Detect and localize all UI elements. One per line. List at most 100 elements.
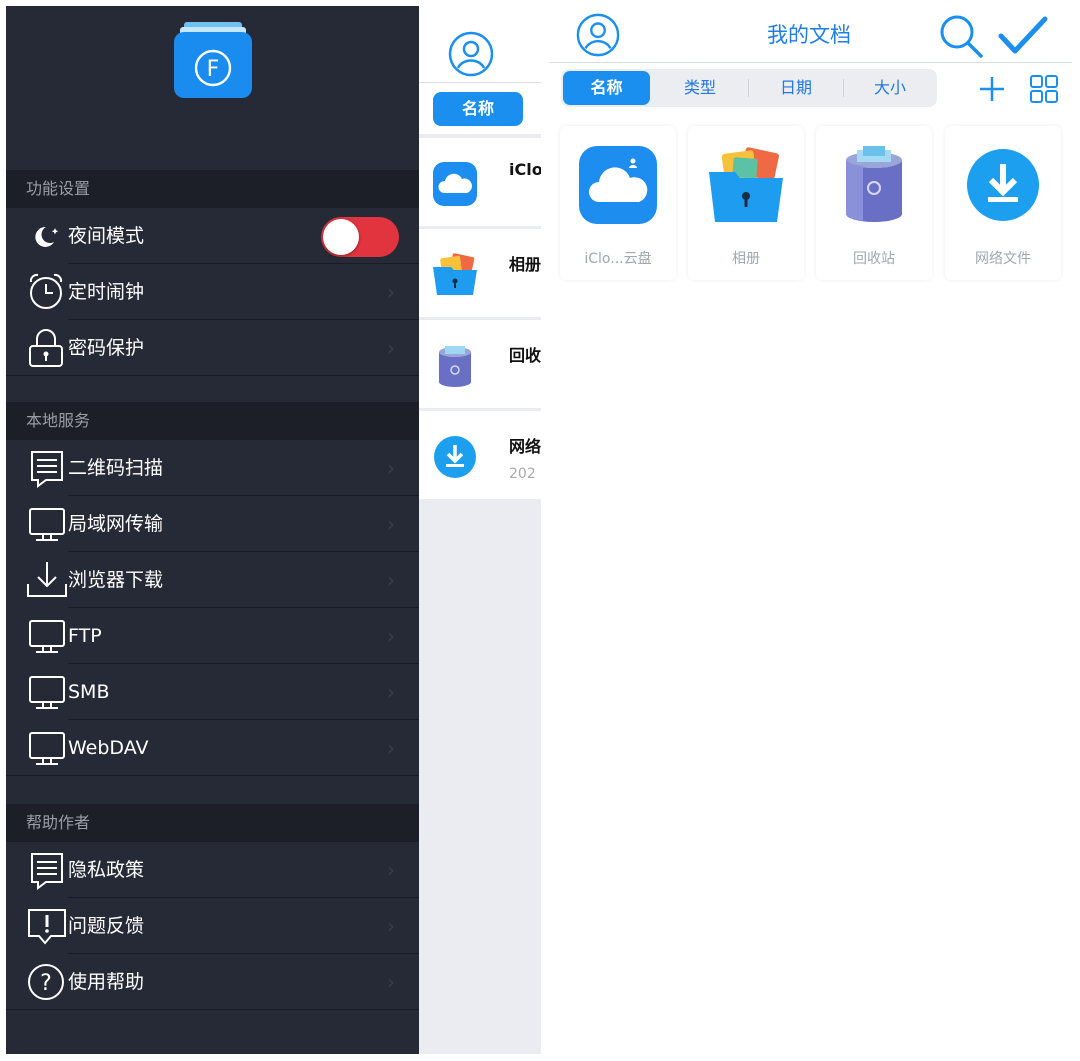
grid-view-icon[interactable] [1029, 74, 1059, 104]
chevron-right-icon: › [387, 914, 395, 938]
documents-panel: 我的文档 名称 类型 日期 大小 iClo...云盘 相册 回收站 网络文件 [541, 0, 1080, 1061]
logo-letter: F [207, 57, 220, 82]
menu-item-privacy[interactable]: 隐私政策 › [6, 842, 419, 898]
section-header-local-services: 本地服务 [6, 402, 419, 440]
folder-tile-icloud[interactable]: iClo...云盘 [560, 126, 676, 280]
chevron-right-icon: › [387, 970, 395, 994]
monitor-icon [29, 676, 65, 709]
download-circle-icon [434, 436, 476, 478]
sort-tab-name[interactable]: 名称 [563, 71, 650, 105]
menu-label: 局域网传输 [68, 513, 164, 535]
divider [748, 79, 749, 97]
menu-label: 问题反馈 [68, 915, 145, 937]
section-header-settings: 功能设置 [6, 170, 419, 208]
monitor-icon [29, 732, 65, 765]
menu-item-qr-scan[interactable]: 二维码扫描 › [6, 440, 419, 496]
menu-item-webdav[interactable]: WebDAV › [6, 720, 419, 776]
list-item-date: 202 [509, 466, 536, 482]
divider [6, 375, 419, 376]
search-icon[interactable] [937, 12, 985, 60]
side-drawer: F 功能设置 夜间模式 定时闹钟 › 密码保护 › 本地服务 二维码扫描 › 局… [6, 6, 419, 1054]
menu-label: 浏览器下载 [68, 569, 164, 591]
document-icon [31, 451, 63, 488]
divider [6, 1009, 419, 1010]
alarm-clock-icon [29, 273, 63, 309]
checkmark-icon[interactable] [997, 14, 1049, 58]
menu-label: 隐私政策 [68, 859, 145, 881]
menu-label: FTP [68, 625, 102, 647]
tile-label: 相册 [732, 251, 760, 267]
list-item-name: iClo [509, 160, 541, 179]
menu-item-password[interactable]: 密码保护 › [6, 320, 419, 376]
list-item[interactable]: iClo [419, 138, 541, 226]
trash-icon [439, 346, 471, 387]
list-item-name: 网络 [509, 437, 541, 456]
menu-label: 使用帮助 [68, 971, 145, 993]
menu-label: 二维码扫描 [68, 457, 164, 479]
menu-label: SMB [68, 681, 110, 703]
monitor-icon [29, 508, 65, 541]
sort-tab-date[interactable]: 日期 [750, 71, 842, 105]
cloud-icon [433, 162, 477, 206]
file-list-header: 名称 [419, 0, 541, 134]
album-icon [433, 253, 477, 295]
divider [419, 82, 541, 83]
divider [549, 62, 1072, 63]
menu-label: 定时闹钟 [68, 281, 145, 303]
chevron-right-icon: › [387, 456, 395, 480]
menu-item-smb[interactable]: SMB › [6, 664, 419, 720]
tile-label: iClo...云盘 [584, 251, 652, 267]
section-header-help-author: 帮助作者 [6, 804, 419, 842]
trash-icon [846, 146, 902, 222]
toggle-knob [323, 219, 359, 255]
divider [6, 775, 419, 776]
menu-label: 夜间模式 [68, 225, 145, 247]
chevron-right-icon: › [387, 280, 395, 304]
menu-item-night-mode: 夜间模式 [6, 208, 419, 264]
help-icon: ? [28, 964, 64, 1000]
chevron-right-icon: › [387, 624, 395, 648]
list-item[interactable]: 回收 [419, 320, 541, 408]
cloud-icon [579, 146, 657, 224]
user-icon[interactable] [447, 30, 495, 78]
album-icon [709, 147, 783, 222]
tile-label: 网络文件 [975, 251, 1031, 267]
list-item-name: 相册 [509, 255, 541, 274]
divider [843, 79, 844, 97]
sort-tab-name[interactable]: 名称 [433, 92, 523, 126]
menu-item-ftp[interactable]: FTP › [6, 608, 419, 664]
sort-tab-size[interactable]: 大小 [845, 71, 935, 105]
folder-tile-network-files[interactable]: 网络文件 [945, 126, 1061, 280]
file-list-pane: 名称 iClo 相册 回收 网络 202 [419, 0, 541, 1054]
menu-item-feedback[interactable]: 问题反馈 › [6, 898, 419, 954]
chevron-right-icon: › [387, 336, 395, 360]
menu-item-lan-transfer[interactable]: 局域网传输 › [6, 496, 419, 552]
chevron-right-icon: › [387, 512, 395, 536]
document-icon [31, 853, 63, 890]
menu-item-browser-download[interactable]: 浏览器下载 › [6, 552, 419, 608]
chevron-right-icon: › [387, 858, 395, 882]
list-item-name: 回收 [509, 346, 541, 365]
plus-icon[interactable] [977, 74, 1007, 104]
night-mode-toggle[interactable] [321, 217, 399, 257]
tile-label: 回收站 [853, 251, 895, 267]
folder-tile-album[interactable]: 相册 [688, 126, 804, 280]
user-icon[interactable] [575, 12, 621, 58]
download-circle-icon [967, 149, 1039, 221]
svg-text:?: ? [40, 971, 52, 996]
chevron-right-icon: › [387, 568, 395, 592]
monitor-icon [29, 620, 65, 653]
moon-icon [35, 226, 59, 247]
sort-segmented-control: 名称 类型 日期 大小 [561, 69, 937, 107]
page-title: 我的文档 [767, 23, 851, 47]
menu-label: WebDAV [68, 737, 149, 759]
folder-tile-recycle-bin[interactable]: 回收站 [816, 126, 932, 280]
chevron-right-icon: › [387, 736, 395, 760]
list-item[interactable]: 相册 [419, 229, 541, 317]
list-item[interactable]: 网络 202 [419, 411, 541, 499]
sort-tab-type[interactable]: 类型 [654, 71, 746, 105]
menu-item-alarm[interactable]: 定时闹钟 › [6, 264, 419, 320]
feedback-icon [28, 909, 66, 945]
chevron-right-icon: › [387, 680, 395, 704]
menu-item-help[interactable]: ? 使用帮助 › [6, 954, 419, 1010]
